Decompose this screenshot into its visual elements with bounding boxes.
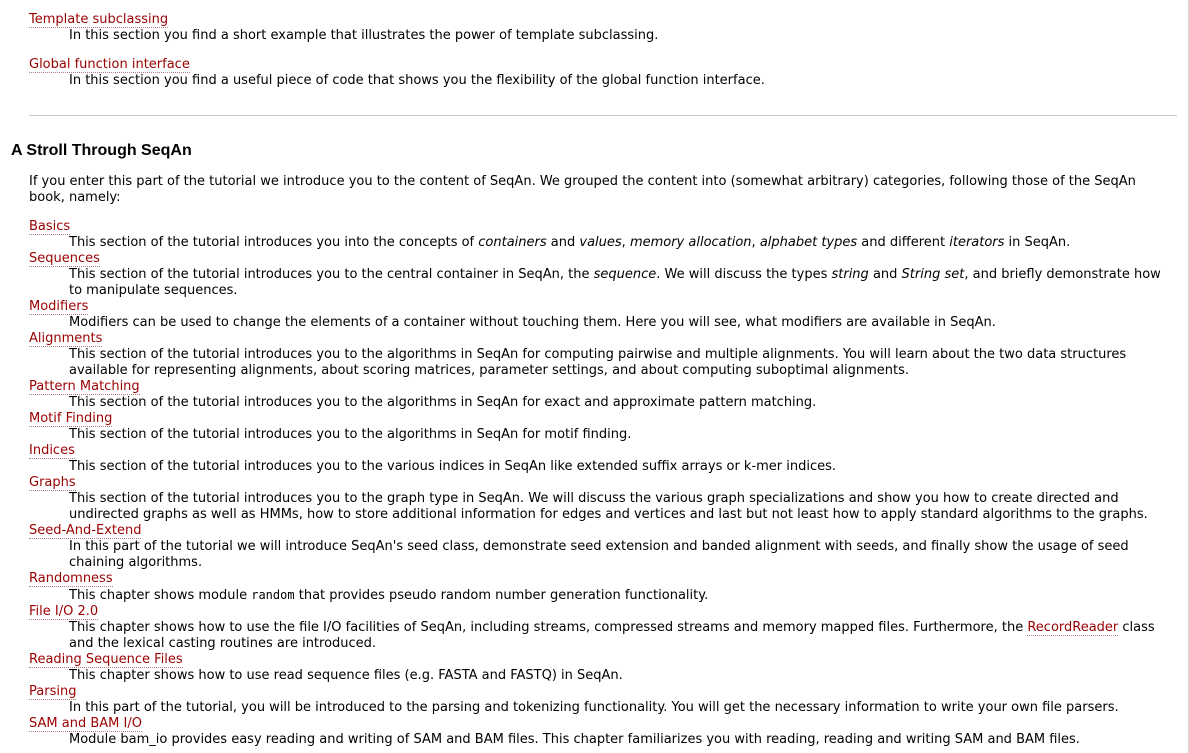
entry-term-reading-sequence-files: Reading Sequence Files	[29, 652, 1164, 668]
desc-text: . We will discuss the types	[656, 267, 832, 282]
entry-term-file-io: File I/O 2.0	[29, 604, 1164, 620]
sequences-link[interactable]: Sequences	[29, 251, 100, 267]
basics-description: This section of the tutorial introduces …	[69, 235, 1164, 251]
desc-emphasis: values	[579, 235, 622, 250]
parsing-description: In this part of the tutorial, you will b…	[69, 700, 1119, 715]
entry-term-template-subclassing: Template subclassing	[29, 12, 1164, 28]
sam-bam-io-link[interactable]: SAM and BAM I/O	[29, 716, 142, 732]
pattern-matching-description: This section of the tutorial introduces …	[69, 395, 817, 410]
template-subclassing-description: In this section you find a short example…	[69, 28, 659, 43]
entry-term-modifiers: Modifiers	[29, 299, 1164, 315]
reading-sequence-files-description: This chapter shows how to use read seque…	[69, 668, 623, 683]
desc-text: and	[546, 235, 580, 250]
desc-text: and	[868, 267, 902, 282]
entry-term-parsing: Parsing	[29, 684, 1164, 700]
graphs-link[interactable]: Graphs	[29, 475, 76, 491]
entry-term-seed-and-extend: Seed-And-Extend	[29, 523, 1164, 539]
graphs-description: This section of the tutorial introduces …	[69, 491, 1148, 522]
desc-text: ,	[621, 235, 630, 250]
entry-term-sequences: Sequences	[29, 251, 1164, 267]
seed-and-extend-link[interactable]: Seed-And-Extend	[29, 523, 142, 539]
entry-term-motif-finding: Motif Finding	[29, 411, 1164, 427]
desc-text: This section of the tutorial introduces …	[69, 235, 479, 250]
sam-bam-io-description: Module bam_io provides easy reading and …	[69, 732, 1080, 747]
desc-text: This chapter shows how to use the file I…	[69, 620, 1028, 635]
stroll-topic-list: Basics This section of the tutorial intr…	[0, 219, 1164, 748]
module-name-code: random	[251, 588, 295, 602]
section-divider	[29, 115, 1177, 116]
alignments-link[interactable]: Alignments	[29, 331, 103, 347]
desc-text: ,	[751, 235, 760, 250]
global-function-interface-description: In this section you find a useful piece …	[69, 73, 765, 88]
desc-emphasis: alphabet types	[759, 235, 858, 250]
indices-description: This section of the tutorial introduces …	[69, 459, 837, 474]
indices-link[interactable]: Indices	[29, 443, 75, 459]
global-function-interface-link[interactable]: Global function interface	[29, 57, 190, 73]
motif-finding-link[interactable]: Motif Finding	[29, 411, 113, 427]
modifiers-description: Modifiers can be used to change the elem…	[69, 315, 996, 330]
desc-emphasis: String set	[901, 267, 965, 282]
template-subclassing-link[interactable]: Template subclassing	[29, 12, 169, 28]
entry-term-sam-bam-io: SAM and BAM I/O	[29, 716, 1164, 732]
desc-text: This section of the tutorial introduces …	[69, 267, 594, 282]
top-entry-list: Template subclassing In this section you…	[0, 12, 1164, 89]
desc-text: and different	[857, 235, 950, 250]
file-io-description: This chapter shows how to use the file I…	[69, 620, 1164, 652]
entry-spacer	[0, 44, 1164, 57]
pattern-matching-link[interactable]: Pattern Matching	[29, 379, 140, 395]
record-reader-link[interactable]: RecordReader	[1027, 620, 1119, 636]
section-intro: If you enter this part of the tutorial w…	[29, 174, 1136, 205]
desc-text: that provides pseudo random number gener…	[294, 588, 709, 603]
desc-text: This chapter shows module	[69, 588, 252, 603]
desc-emphasis: sequence	[593, 267, 657, 282]
entry-term-pattern-matching: Pattern Matching	[29, 379, 1164, 395]
section-heading: A Stroll Through SeqAn	[11, 142, 192, 159]
stroll-definition-list: Basics This section of the tutorial intr…	[0, 219, 1164, 748]
file-io-link[interactable]: File I/O 2.0	[29, 604, 99, 620]
randomness-link[interactable]: Randomness	[29, 571, 113, 587]
entry-term-randomness: Randomness	[29, 571, 1164, 587]
reading-sequence-files-link[interactable]: Reading Sequence Files	[29, 652, 183, 668]
desc-emphasis: memory allocation	[629, 235, 752, 250]
entry-term-alignments: Alignments	[29, 331, 1164, 347]
desc-emphasis: containers	[478, 235, 547, 250]
parsing-link[interactable]: Parsing	[29, 684, 77, 700]
alignments-description: This section of the tutorial introduces …	[69, 347, 1127, 378]
top-definition-list: Template subclassing In this section you…	[0, 12, 1164, 89]
randomness-description: This chapter shows module random that pr…	[69, 587, 1164, 604]
modifiers-link[interactable]: Modifiers	[29, 299, 89, 315]
desc-text: in SeqAn.	[1004, 235, 1071, 250]
entry-term-indices: Indices	[29, 443, 1164, 459]
desc-emphasis: iterators	[949, 235, 1005, 250]
desc-emphasis: string	[831, 267, 869, 282]
entry-term-graphs: Graphs	[29, 475, 1164, 491]
seed-and-extend-description: In this part of the tutorial we will int…	[69, 539, 1129, 570]
entry-term-basics: Basics	[29, 219, 1164, 235]
basics-link[interactable]: Basics	[29, 219, 71, 235]
entry-term-global-function-interface: Global function interface	[29, 57, 1164, 73]
sequences-description: This section of the tutorial introduces …	[69, 267, 1164, 299]
motif-finding-description: This section of the tutorial introduces …	[69, 427, 632, 442]
